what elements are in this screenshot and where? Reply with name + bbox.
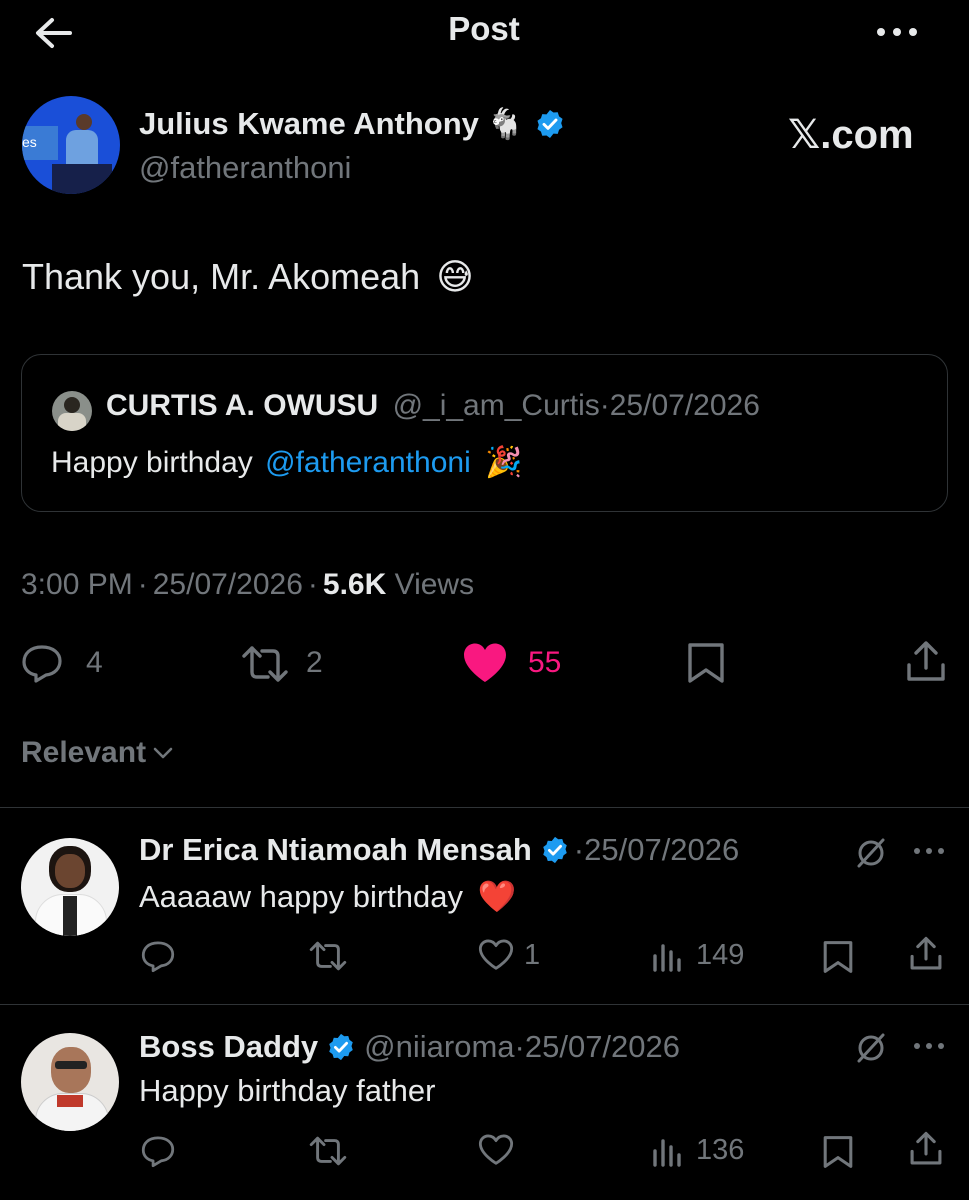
back-button[interactable] xyxy=(30,14,78,52)
author-name: Julius Kwame Anthony xyxy=(139,106,479,141)
post-text-content: Thank you, Mr. Akomeah xyxy=(22,256,421,297)
repost-count: 2 xyxy=(306,646,323,679)
post-meta: 3:00 PM · 25/07/2026 · 5.6K Views xyxy=(21,568,474,602)
grin-sweat-emoji: 😅 xyxy=(436,256,474,297)
reply-button[interactable]: 4 xyxy=(20,642,120,684)
quote-date: 25/07/2026 xyxy=(609,389,760,422)
meta-separator: · xyxy=(137,568,148,601)
views-button[interactable]: 136 xyxy=(652,1133,762,1169)
repost-button[interactable]: 2 xyxy=(240,642,340,684)
quote-author-avatar xyxy=(52,391,92,431)
quote-text: Happy birthday @fatheranthoni 🎉 xyxy=(51,445,522,480)
reply-date: ·25/07/2026 xyxy=(514,1029,681,1064)
reply-more-options-button[interactable] xyxy=(912,1039,946,1053)
bookmark-button[interactable] xyxy=(686,642,726,684)
quote-mention-link[interactable]: @fatheranthoni xyxy=(265,446,471,479)
sort-label: Relevant xyxy=(21,736,147,769)
grok-icon[interactable] xyxy=(854,836,888,870)
author-avatar[interactable]: es xyxy=(22,96,120,194)
analytics-icon xyxy=(653,944,681,972)
like-button[interactable]: 1 xyxy=(478,938,558,974)
reply-count: 4 xyxy=(86,646,103,679)
reply-header: Boss Daddy @niiaroma ·25/07/2026 xyxy=(139,1029,680,1065)
views-count: 5.6K xyxy=(322,568,387,601)
reply-author-handle: @niiaroma xyxy=(364,1029,515,1064)
reply-text: Happy birthday father xyxy=(139,1073,436,1108)
quote-text-content: Happy birthday xyxy=(51,446,253,479)
chevron-down-icon xyxy=(153,747,173,759)
heart-outline-icon[interactable] xyxy=(478,1133,514,1167)
avatar-text: es xyxy=(22,134,37,150)
views-label: Views xyxy=(394,568,475,601)
repost-icon[interactable] xyxy=(308,940,348,972)
verified-badge-icon xyxy=(534,108,566,140)
repost-icon[interactable] xyxy=(308,1135,348,1167)
arrow-left-icon xyxy=(36,18,72,48)
more-options-button[interactable] xyxy=(872,22,922,42)
x-com-watermark: 𝕏.com xyxy=(788,113,914,157)
share-icon[interactable] xyxy=(908,1131,944,1167)
views-count: 149 xyxy=(696,939,745,971)
reply-item[interactable]: Dr Erica Ntiamoah Mensah ·25/07/2026 Aaa… xyxy=(0,808,969,1004)
grok-icon[interactable] xyxy=(854,1031,888,1065)
red-heart-emoji: ❤️ xyxy=(477,879,517,914)
more-horizontal-icon xyxy=(914,1043,944,1049)
reply-header: Dr Erica Ntiamoah Mensah ·25/07/2026 xyxy=(139,832,739,868)
reply-icon[interactable] xyxy=(140,1133,176,1169)
quote-header: CURTIS A. OWUSU @_i_am_Curtis·25/07/2026 xyxy=(106,389,760,423)
verified-badge-icon xyxy=(540,835,570,865)
page-title: Post xyxy=(448,10,520,47)
analytics-icon xyxy=(653,1139,681,1167)
quote-author-handle: @_i_am_Curtis xyxy=(392,389,600,422)
reply-author-name[interactable]: Boss Daddy xyxy=(139,1029,318,1065)
post-date: 25/07/2026 xyxy=(152,568,303,601)
reply-author-name[interactable]: Dr Erica Ntiamoah Mensah xyxy=(139,832,532,868)
author-handle[interactable]: @fatheranthoni xyxy=(139,150,351,186)
share-button[interactable] xyxy=(904,640,948,684)
like-count: 55 xyxy=(528,646,562,679)
reply-icon[interactable] xyxy=(140,938,176,974)
reply-author-avatar[interactable] xyxy=(21,1033,119,1131)
sort-dropdown[interactable]: Relevant xyxy=(21,736,174,770)
reply-date: ·25/07/2026 xyxy=(573,832,740,867)
repost-icon xyxy=(242,646,288,682)
reply-more-options-button[interactable] xyxy=(912,844,946,858)
share-icon xyxy=(907,641,945,681)
views-count: 136 xyxy=(696,1134,745,1166)
meta-separator: · xyxy=(307,568,318,601)
reply-text: Aaaaaw happy birthday ❤️ xyxy=(139,878,516,915)
like-count: 1 xyxy=(524,939,541,971)
reply-author-avatar[interactable] xyxy=(21,838,119,936)
more-horizontal-icon xyxy=(914,848,944,854)
quoted-post[interactable]: CURTIS A. OWUSU @_i_am_Curtis·25/07/2026… xyxy=(21,354,948,512)
goat-emoji: 🐐 xyxy=(486,107,525,141)
heart-outline-icon xyxy=(478,939,514,970)
quote-separator: · xyxy=(599,389,610,422)
like-button[interactable]: 55 xyxy=(462,642,582,684)
author-name-row[interactable]: Julius Kwame Anthony 🐐 xyxy=(139,106,566,142)
heart-filled-icon xyxy=(464,643,506,682)
reply-item[interactable]: Boss Daddy @niiaroma ·25/07/2026 Happy bi… xyxy=(0,1005,969,1200)
quote-author-name: CURTIS A. OWUSU xyxy=(106,389,379,422)
share-icon[interactable] xyxy=(908,936,944,972)
more-horizontal-icon xyxy=(877,28,917,36)
bookmark-icon[interactable] xyxy=(822,940,854,974)
reply-text-content: Aaaaaw happy birthday xyxy=(139,879,464,914)
reply-icon xyxy=(22,645,62,683)
bookmark-icon xyxy=(688,643,724,683)
bookmark-icon[interactable] xyxy=(822,1135,854,1169)
post-text: Thank you, Mr. Akomeah 😅 xyxy=(22,256,474,298)
views-button[interactable]: 149 xyxy=(652,938,762,974)
party-popper-emoji: 🎉 xyxy=(485,446,523,479)
verified-badge-icon xyxy=(326,1032,356,1062)
post-time: 3:00 PM xyxy=(21,568,133,601)
